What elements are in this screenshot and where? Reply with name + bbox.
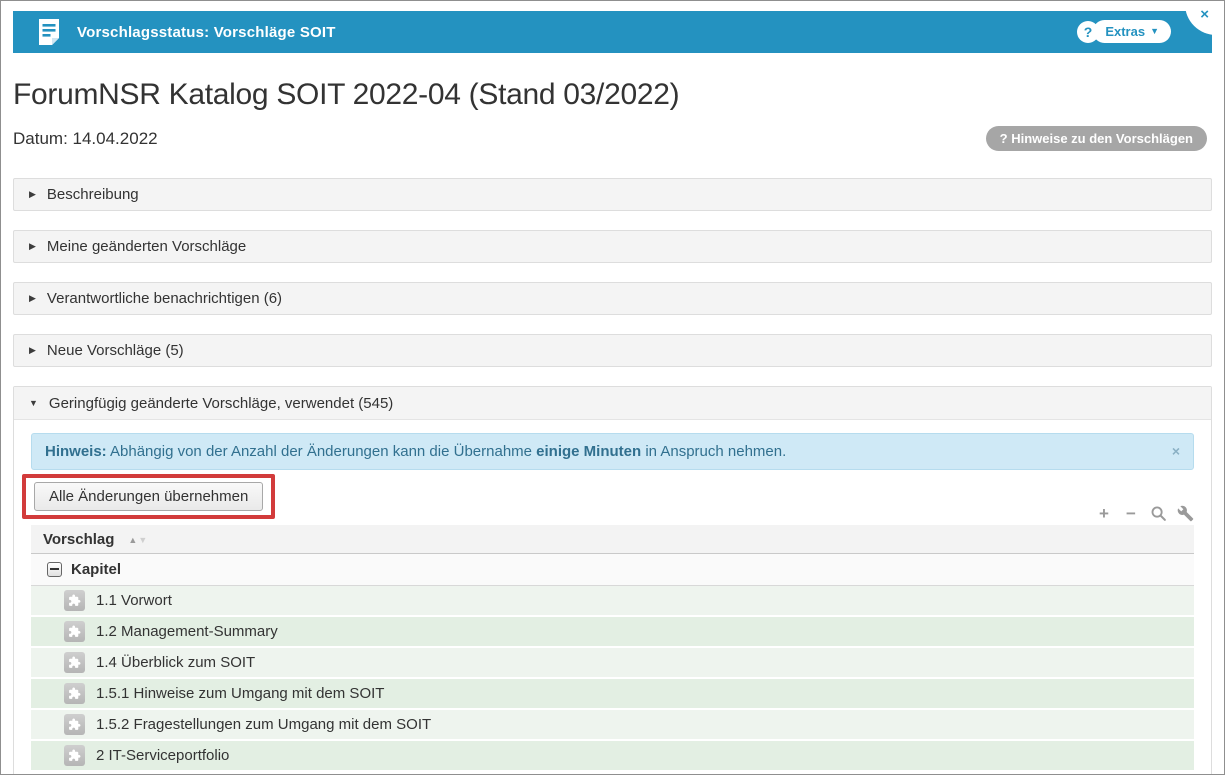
table-row[interactable]: 1.2 Management-Summary — [31, 617, 1194, 648]
info-notice: Hinweis: Abhängig von der Anzahl der Änd… — [31, 433, 1194, 470]
minus-icon[interactable]: − — [1122, 504, 1140, 522]
proposals-table: Vorschlag ▲▼ Kapitel 1.1 Vorwort 1.2 Man… — [31, 525, 1194, 772]
puzzle-icon — [64, 683, 85, 704]
chevron-right-icon: ▶ — [29, 190, 36, 199]
search-icon[interactable] — [1149, 504, 1167, 522]
table-row[interactable]: 1.5.2 Fragestellungen zum Umgang mit dem… — [31, 710, 1194, 741]
close-button[interactable]: × — [1185, 4, 1216, 35]
plus-icon[interactable]: + — [1095, 504, 1113, 522]
chevron-right-icon: ▶ — [29, 242, 36, 251]
hints-badge[interactable]: ? Hinweise zu den Vorschlägen — [986, 126, 1207, 151]
chevron-right-icon: ▶ — [29, 294, 36, 303]
table-toolbar: + − — [1095, 504, 1194, 522]
wrench-icon[interactable] — [1176, 504, 1194, 522]
section-neue-vorschlaege[interactable]: ▶ Neue Vorschläge (5) — [13, 334, 1212, 367]
extras-label: Extras — [1105, 24, 1145, 39]
notice-text: Hinweis: Abhängig von der Anzahl der Änd… — [45, 443, 1160, 460]
annotation-highlight: Alle Änderungen übernehmen — [22, 474, 275, 519]
document-icon — [37, 18, 61, 46]
section-geringfuegig-geaenderte-vorschlaege: ▼ Geringfügig geänderte Vorschläge, verw… — [13, 386, 1212, 775]
puzzle-icon — [64, 652, 85, 673]
table-row[interactable]: 1.1 Vorwort — [31, 586, 1194, 617]
sort-desc-icon: ▼ — [138, 535, 148, 545]
app-window: Vorschlagsstatus: Vorschläge SOIT ? Extr… — [0, 0, 1225, 775]
apply-all-changes-button[interactable]: Alle Änderungen übernehmen — [34, 482, 263, 511]
dialog-header: Vorschlagsstatus: Vorschläge SOIT ? Extr… — [13, 11, 1212, 53]
close-icon: × — [1200, 6, 1209, 23]
date-row: Datum: 14.04.2022 ? Hinweise zu den Vors… — [13, 126, 1207, 151]
question-icon: ? — [1084, 24, 1093, 40]
page-title: ForumNSR Katalog SOIT 2022-04 (Stand 03/… — [13, 78, 1212, 112]
section-geringfuegig-header[interactable]: ▼ Geringfügig geänderte Vorschläge, verw… — [14, 387, 1211, 420]
column-header-vorschlag[interactable]: Vorschlag ▲▼ — [31, 525, 1194, 554]
sort-icons: ▲▼ — [128, 530, 148, 548]
section-beschreibung[interactable]: ▶ Beschreibung — [13, 178, 1212, 211]
dialog-title: Vorschlagsstatus: Vorschläge SOIT — [77, 24, 336, 41]
extras-button[interactable]: Extras ▼ — [1093, 20, 1171, 43]
table-row[interactable]: 1.5.1 Hinweise zum Umgang mit dem SOIT — [31, 679, 1194, 710]
puzzle-icon — [64, 590, 85, 611]
sort-asc-icon: ▲ — [128, 535, 138, 545]
section-verantwortliche-benachrichtigen[interactable]: ▶ Verantwortliche benachrichtigen (6) — [13, 282, 1212, 315]
section-meine-geaenderten-vorschlaege[interactable]: ▶ Meine geänderten Vorschläge — [13, 230, 1212, 263]
table-row[interactable]: 1.4 Überblick zum SOIT — [31, 648, 1194, 679]
notice-close-icon[interactable]: × — [1172, 443, 1180, 459]
chevron-right-icon: ▶ — [29, 346, 36, 355]
puzzle-icon — [64, 621, 85, 642]
chevron-down-icon: ▼ — [1150, 27, 1159, 36]
puzzle-icon — [64, 745, 85, 766]
puzzle-icon — [64, 714, 85, 735]
collapse-group-icon[interactable] — [47, 562, 62, 577]
date-label: Datum: 14.04.2022 — [13, 129, 158, 149]
accordion: ▶ Beschreibung ▶ Meine geänderten Vorsch… — [13, 178, 1212, 775]
table-row[interactable]: 2 IT-Serviceportfolio — [31, 741, 1194, 772]
section-panel: Hinweis: Abhängig von der Anzahl der Änd… — [14, 420, 1211, 775]
chevron-down-icon: ▼ — [29, 399, 38, 408]
group-row-kapitel: Kapitel — [31, 554, 1194, 586]
